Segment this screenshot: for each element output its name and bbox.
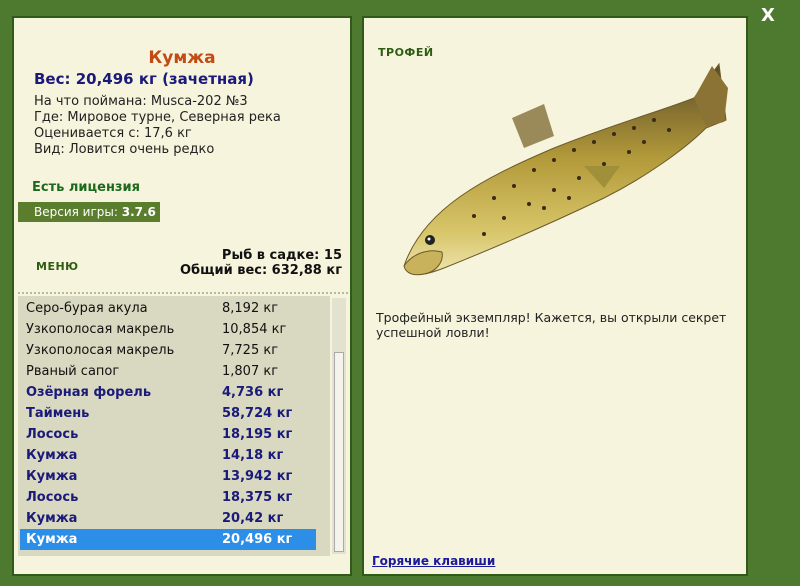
- brown-trout-image: [403, 62, 728, 276]
- list-item-weight: 18,195 кг: [222, 427, 293, 442]
- divider: [18, 292, 348, 294]
- list-item-name: Кумжа: [26, 469, 78, 484]
- hotkeys-link[interactable]: Горячие клавиши: [372, 554, 495, 568]
- list-item-name: Узкополосая макрель: [26, 343, 175, 358]
- list-item-weight: 1,807 кг: [222, 364, 279, 379]
- list-item-weight: 58,724 кг: [222, 406, 293, 421]
- valued-text: Оценивается с: 17,6 кг: [34, 126, 192, 141]
- list-item[interactable]: Таймень 58,724 кг: [20, 403, 316, 424]
- total-weight: Общий вес: 632,88 кг: [179, 263, 342, 278]
- location-text: Где: Мировое турне, Северная река: [34, 110, 281, 125]
- list-item[interactable]: Рваный сапог 1,807 кг: [20, 361, 316, 382]
- fish-weight: Вес: 20,496 кг (зачетная): [34, 70, 254, 88]
- list-item-name: Озёрная форель: [26, 385, 152, 400]
- list-item-weight: 20,42 кг: [222, 511, 284, 526]
- list-item[interactable]: Серо-бурая акула 8,192 кг: [20, 298, 316, 319]
- list-item[interactable]: Кумжа 13,942 кг: [20, 466, 316, 487]
- list-item-name: Лосось: [26, 427, 79, 442]
- list-item[interactable]: Лосось 18,195 кг: [20, 424, 316, 445]
- list-item[interactable]: Узкополосая макрель 10,854 кг: [20, 319, 316, 340]
- list-item-weight: 20,496 кг: [222, 532, 293, 547]
- list-item-weight: 14,18 кг: [222, 448, 284, 463]
- fish-count: Рыб в садке: 15: [221, 248, 342, 263]
- list-item[interactable]: Лосось 18,375 кг: [20, 487, 316, 508]
- catch-list[interactable]: Серо-бурая акула 8,192 кг Узкополосая мак…: [18, 296, 330, 556]
- menu-button[interactable]: МЕНЮ: [36, 260, 79, 273]
- list-item-name: Узкополосая макрель: [26, 322, 175, 337]
- caught-with-text: На что поймана: Musca-202 №3: [34, 94, 248, 109]
- version-label: Версия игры:: [34, 205, 122, 219]
- trophy-description: Трофейный экземпляр! Кажется, вы открыли…: [376, 310, 727, 340]
- list-item[interactable]: Узкополосая макрель 7,725 кг: [20, 340, 316, 361]
- list-item-name: Кумжа: [26, 532, 78, 547]
- close-button[interactable]: X: [754, 4, 782, 28]
- list-item-weight: 8,192 кг: [222, 301, 279, 316]
- list-item-name: Серо-бурая акула: [26, 301, 148, 316]
- list-item-name: Лосось: [26, 490, 79, 505]
- fish-title: Кумжа: [148, 48, 216, 68]
- version-value: 3.7.6: [121, 205, 156, 219]
- list-item-name: Рваный сапог: [26, 364, 120, 379]
- list-item-name: Таймень: [26, 406, 90, 421]
- list-item-weight: 4,736 кг: [222, 385, 284, 400]
- scrollbar[interactable]: [332, 298, 346, 554]
- list-item-name: Кумжа: [26, 511, 78, 526]
- rarity-text: Вид: Ловится очень редко: [34, 142, 215, 157]
- list-item-weight: 18,375 кг: [222, 490, 293, 505]
- list-item-weight: 10,854 кг: [222, 322, 287, 337]
- list-item[interactable]: Озёрная форель 4,736 кг: [20, 382, 316, 403]
- list-item-weight: 7,725 кг: [222, 343, 279, 358]
- scrollbar-thumb[interactable]: [334, 352, 344, 552]
- list-item-name: Кумжа: [26, 448, 78, 463]
- game-version: Версия игры: 3.7.6: [18, 202, 160, 222]
- license-status: Есть лицензия: [32, 180, 140, 195]
- list-item-weight: 13,942 кг: [222, 469, 293, 484]
- list-item[interactable]: Кумжа 20,42 кг: [20, 508, 316, 529]
- list-item-selected[interactable]: Кумжа 20,496 кг: [20, 529, 316, 550]
- catch-info-panel: Кумжа Вес: 20,496 кг (зачетная) На что п…: [12, 16, 352, 576]
- list-item[interactable]: Кумжа 14,18 кг: [20, 445, 316, 466]
- trophy-panel: ТРОФЕЙ Трофейный экземпляр! Кажется, вы …: [362, 16, 748, 576]
- net-summary: Рыб в садке: 15 Общий вес: 632,88 кг: [180, 248, 342, 278]
